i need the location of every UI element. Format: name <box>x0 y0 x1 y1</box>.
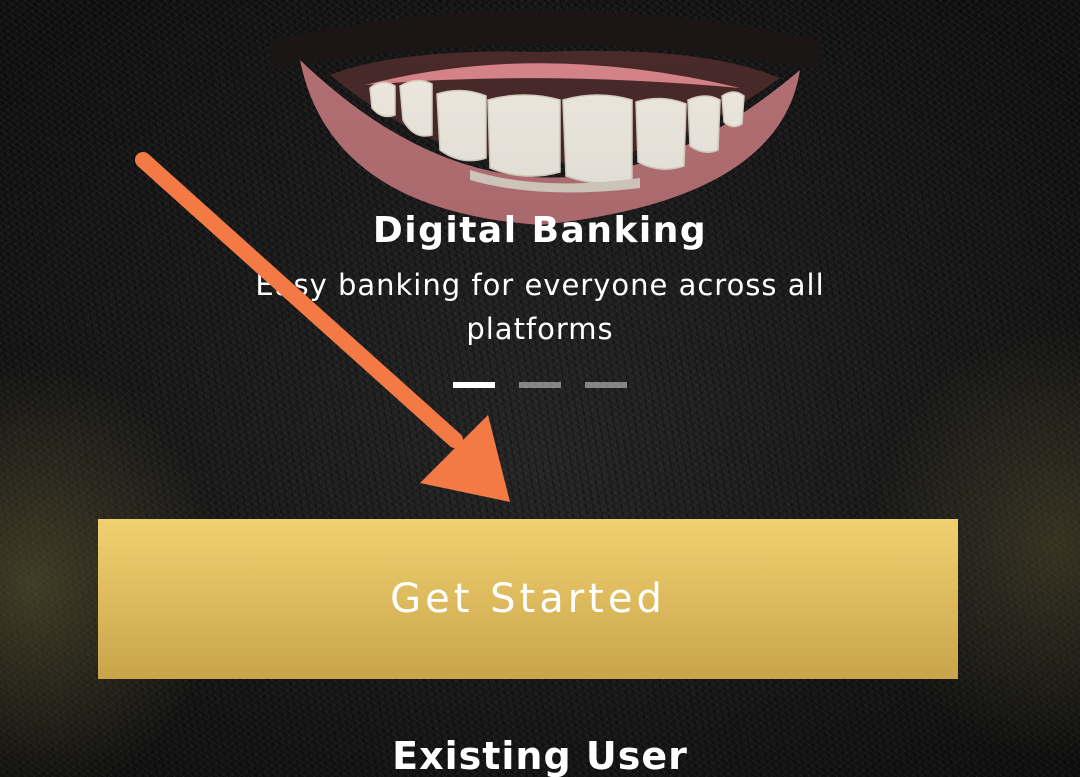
carousel-dot[interactable] <box>585 382 627 388</box>
hero-title: Digital Banking <box>372 210 708 251</box>
carousel-dot[interactable] <box>453 382 495 388</box>
hero-text-block: Digital Banking Easy banking for everyon… <box>0 205 1080 351</box>
get-started-button[interactable]: Get Started <box>98 519 958 679</box>
carousel-indicator <box>0 382 1080 388</box>
carousel-dot[interactable] <box>519 382 561 388</box>
hero-subtitle: Easy banking for everyone across all pla… <box>255 268 825 346</box>
existing-user-link[interactable]: Existing User <box>0 734 1080 777</box>
